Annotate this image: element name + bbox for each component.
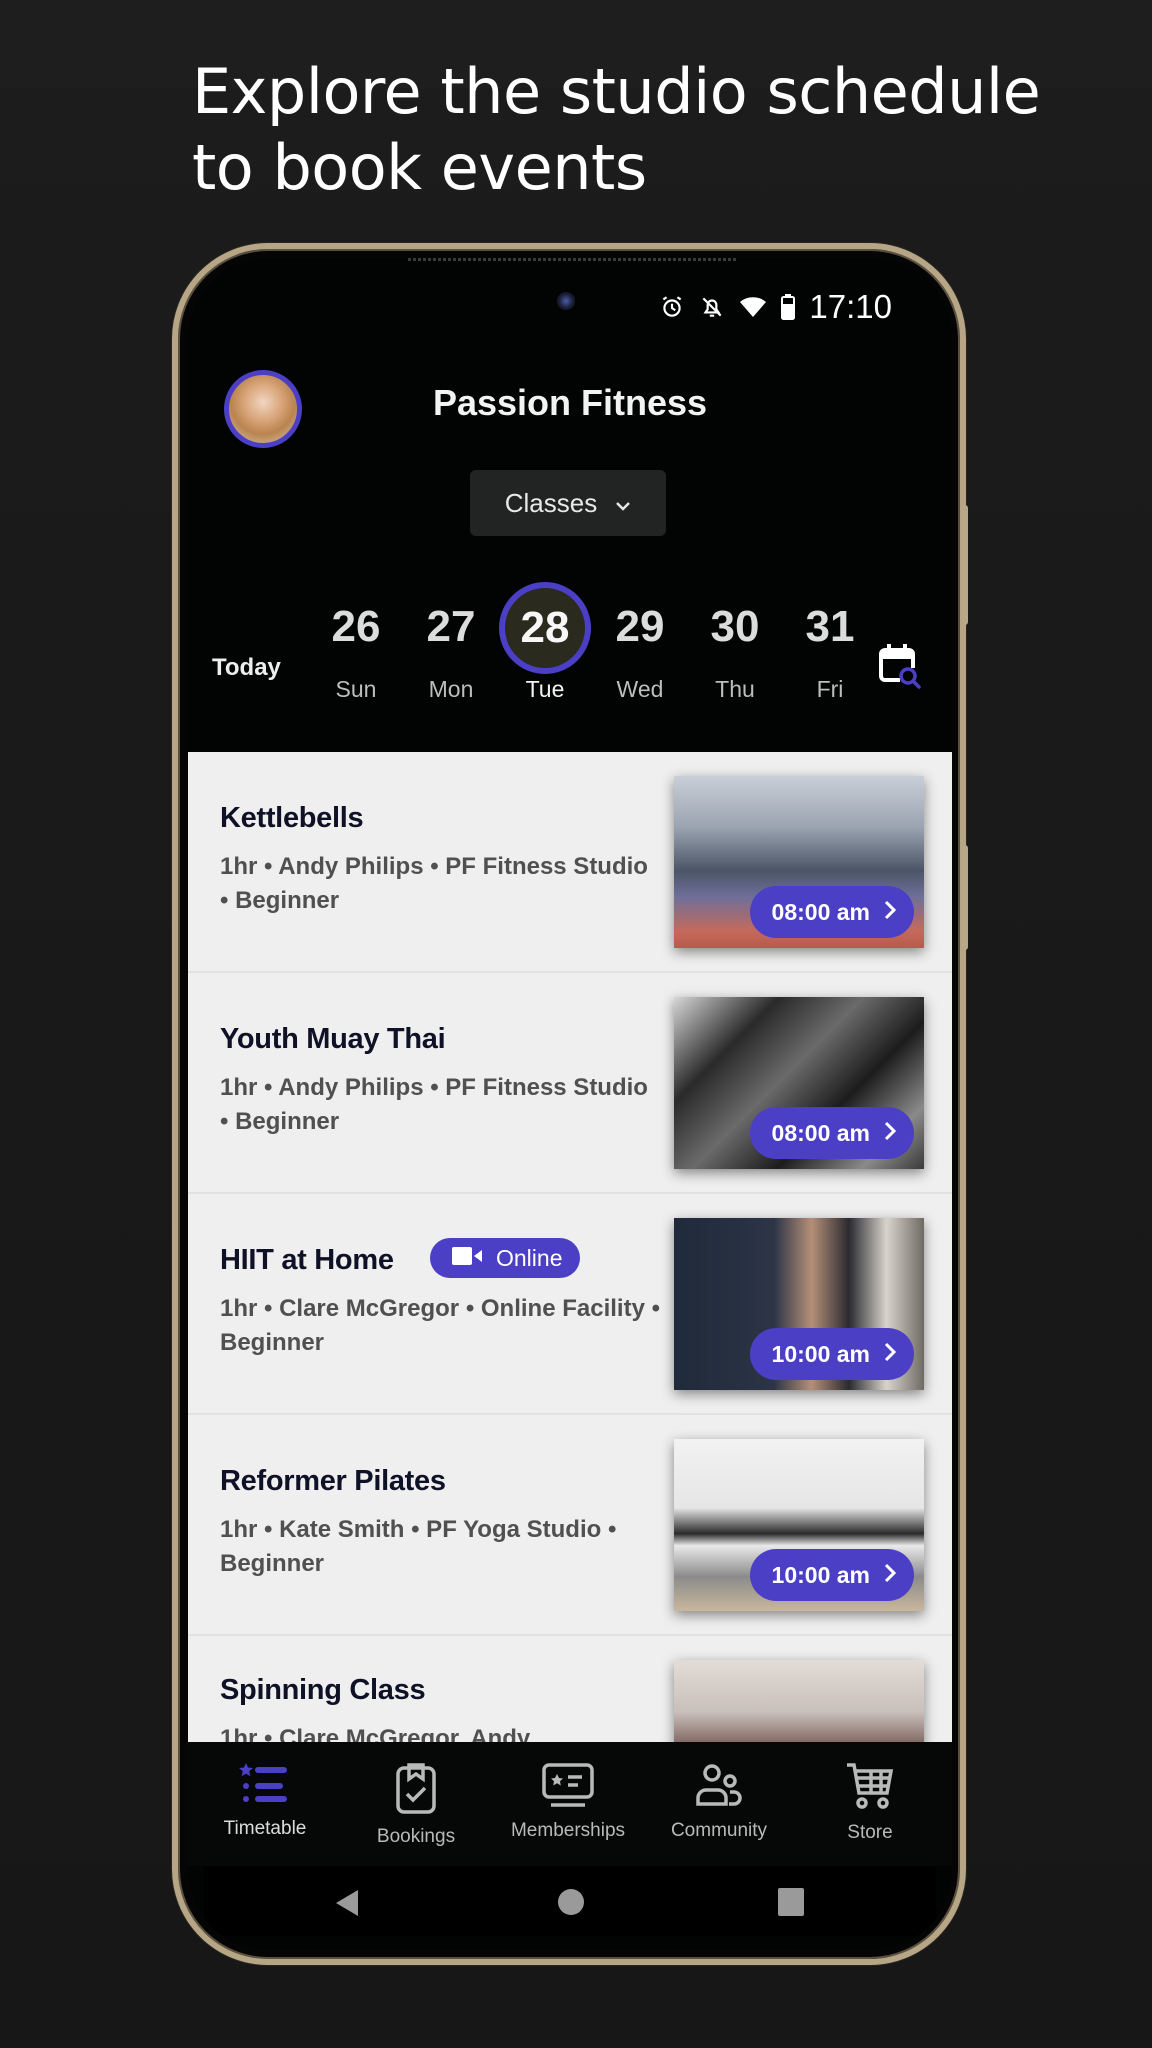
book-time-button[interactable]: 10:00 am [749,1549,914,1601]
class-type-dropdown[interactable]: Classes [470,470,666,536]
class-image-hiit: 10:00 am [674,1218,924,1390]
class-image-pilates: 10:00 am [674,1439,924,1611]
chevron-right-icon [884,1341,897,1368]
status-bar: 17:10 [659,288,892,326]
today-button[interactable]: Today [212,654,281,682]
date-29[interactable]: 29 Wed [594,582,686,703]
memberships-icon [493,1762,643,1808]
wifi-icon [739,295,767,319]
date-weekday: Tue [525,676,565,702]
class-meta: 1hr • Andy Philips • PF Fitness Studio •… [220,853,648,914]
class-name: HIIT at Home [220,1244,394,1276]
class-list[interactable]: Kettlebells 1hr • Andy Philips • PF Fitn… [188,752,952,1742]
system-navigation-bar [204,1866,936,1936]
notifications-off-icon [699,294,725,320]
date-number: 29 [615,602,665,651]
class-row-youth-muay-thai[interactable]: Youth Muay Thai 1hr • Andy Philips • PF … [188,973,952,1194]
chevron-right-icon [884,1120,897,1147]
date-weekday: Thu [715,676,755,702]
class-name: Kettlebells [220,802,364,834]
studio-title: Passion Fitness [432,382,708,423]
date-31[interactable]: 31 Fri [784,582,876,703]
back-icon[interactable] [334,1888,360,1923]
timetable-icon [190,1762,340,1806]
book-time-button[interactable]: 10:00 am [749,1328,914,1380]
tab-label: Timetable [223,1818,307,1839]
time-label: 10:00 am [771,1340,870,1367]
chevron-down-icon [615,488,631,519]
time-label: 08:00 am [771,898,870,925]
tab-label: Community [670,1820,768,1841]
date-weekday: Sun [335,676,377,702]
tab-label: Bookings [376,1826,456,1847]
tab-memberships[interactable]: Memberships [493,1762,643,1842]
class-name: Reformer Pilates [220,1465,446,1497]
tab-store[interactable]: Store [795,1762,945,1844]
date-30[interactable]: 30 Thu [689,582,781,703]
bottom-navigation: Timetable Bookings Memberships Community… [188,1742,952,1866]
date-weekday: Mon [428,676,474,702]
class-image-muay-thai: 08:00 am [674,997,924,1169]
date-weekday: Fri [816,676,844,702]
class-meta: 1hr • Clare McGregor • Online Facility •… [220,1295,660,1356]
tab-label: Memberships [510,1820,626,1841]
tab-label: Store [847,1822,893,1843]
date-number: 30 [710,602,760,651]
online-badge-label: Online [496,1244,563,1271]
bookings-icon [341,1762,491,1814]
time-label: 10:00 am [771,1561,870,1588]
tab-community[interactable]: Community [644,1762,794,1842]
front-camera [557,292,575,310]
class-meta: 1hr • Kate Smith • PF Yoga Studio • Begi… [220,1516,617,1577]
tab-bookings[interactable]: Bookings [341,1762,491,1848]
dropdown-selected-label: Classes [504,487,598,518]
date-27[interactable]: 27 Mon [405,582,497,703]
home-icon[interactable] [557,1888,585,1921]
phone-screen: 17:10 Passion Fitness Classes Today 26 S… [188,258,952,1950]
date-number: 28 [499,582,591,674]
date-28-selected[interactable]: 28 Tue [499,582,591,703]
video-camera-icon [452,1245,484,1272]
class-row-spinning-class[interactable]: Spinning Class 1hr • Clare McGregor, And… [188,1636,952,1742]
status-time: 17:10 [809,288,892,325]
class-name: Youth Muay Thai [220,1023,446,1055]
time-label: 08:00 am [771,1119,870,1146]
class-meta: 1hr • Andy Philips • PF Fitness Studio •… [220,1074,648,1135]
date-26[interactable]: 26 Sun [310,582,402,703]
promo-headline: Explore the studio schedule to book even… [192,55,1041,204]
class-meta: 1hr • Clare McGregor, Andy [220,1725,531,1742]
date-number: 27 [426,602,476,651]
volume-button [962,845,968,950]
class-image-spinning [674,1660,924,1742]
chevron-right-icon [884,1562,897,1589]
class-row-kettlebells[interactable]: Kettlebells 1hr • Andy Philips • PF Fitn… [188,752,952,973]
alarm-icon [659,294,685,320]
battery-icon [781,294,796,320]
date-number: 31 [805,602,855,651]
store-icon [795,1762,945,1810]
date-number: 26 [331,602,381,651]
earpiece-speaker [408,258,738,261]
tab-timetable[interactable]: Timetable [190,1762,340,1840]
class-image-kettlebells: 08:00 am [674,776,924,948]
book-time-button[interactable]: 08:00 am [749,1107,914,1159]
recents-icon[interactable] [778,1888,804,1921]
book-time-button[interactable]: 08:00 am [749,886,914,938]
class-row-reformer-pilates[interactable]: Reformer Pilates 1hr • Kate Smith • PF Y… [188,1415,952,1636]
class-row-hiit-at-home[interactable]: HIIT at Home Online 1hr • Clare McGregor… [188,1194,952,1415]
online-badge: Online [430,1238,581,1278]
community-icon [644,1762,794,1808]
class-name: Spinning Class [220,1674,426,1706]
date-weekday: Wed [616,676,664,702]
calendar-search-icon[interactable] [878,642,924,697]
power-button [962,505,968,625]
chevron-right-icon [884,899,897,926]
